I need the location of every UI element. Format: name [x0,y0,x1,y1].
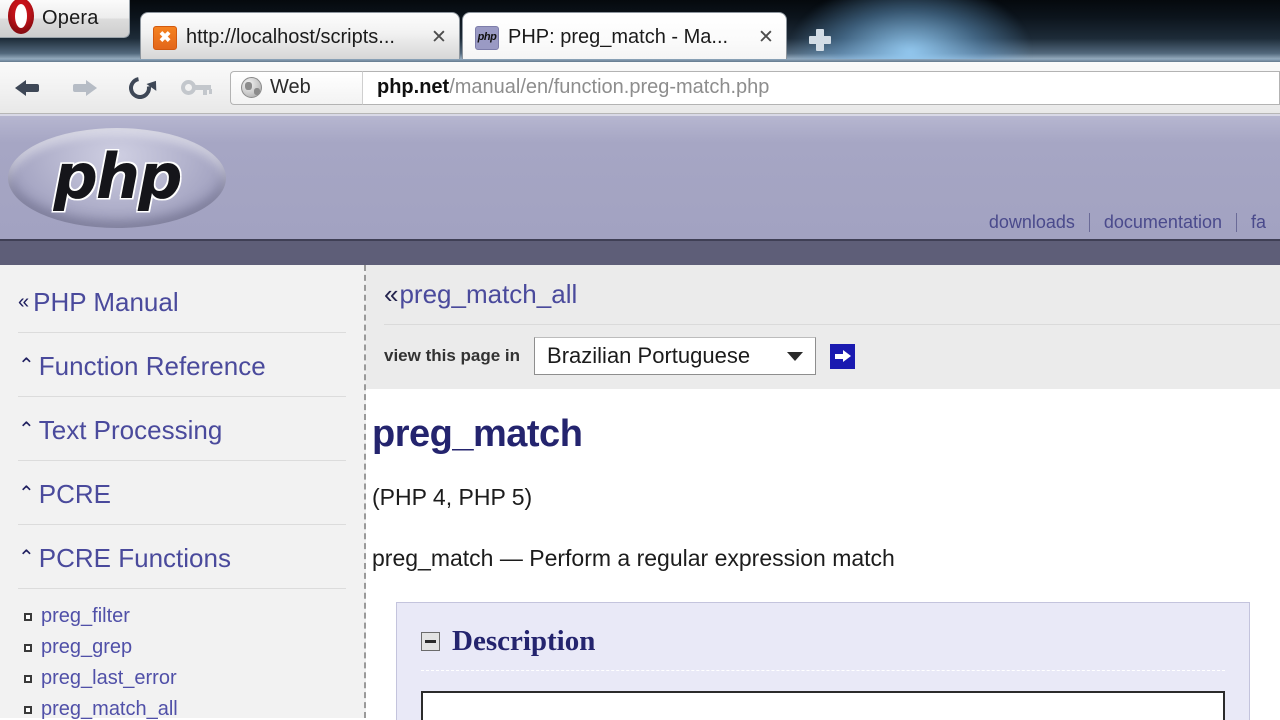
browser-tab-2-title: PHP: preg_match - Ma... [508,26,729,48]
sidebar-item-pcre-functions[interactable]: ⌃ PCRE Functions [18,537,346,589]
browser-window: Opera ✖ http://localhost/scripts... ✕ ph… [0,0,1280,720]
bullet-icon [24,705,32,714]
bullet-icon [24,612,32,621]
chevron-left-icon: « [384,279,399,309]
navigation-toolbar: Web php.net/manual/en/function.preg-matc… [0,62,1280,114]
browser-tab-1-title: http://localhost/scripts... [186,26,395,48]
php-versions: (PHP 4, PHP 5) [372,484,533,510]
opera-logo-icon [6,0,36,34]
title-bar: Opera ✖ http://localhost/scripts... ✕ ph… [0,0,1280,62]
chevron-down-icon [787,351,804,361]
chevron-up-icon: ⌃ [18,419,35,441]
function-purpose: preg_match — Perform a regular expressio… [372,545,895,571]
list-item-label: preg_filter [41,605,130,627]
xampp-icon: ✖ [153,25,177,50]
search-engine-selector[interactable]: Web [230,70,362,105]
list-item[interactable]: preg_last_error [18,663,346,694]
nav-link-downloads[interactable]: downloads [975,212,1089,233]
reload-button[interactable] [112,62,168,114]
php-icon: php [475,25,499,50]
back-button[interactable] [0,62,56,114]
breadcrumb: « preg_match_all [384,279,1280,325]
list-item[interactable]: preg_grep [18,632,346,663]
site-nav: downloads documentation fa [975,212,1280,233]
list-item-label: preg_grep [41,636,133,658]
php-site-header: php downloads documentation fa [0,114,1280,239]
new-tab-button[interactable] [800,22,840,58]
chevron-up-icon: ⌃ [18,547,35,569]
chevron-up-icon: ⌃ [18,483,35,505]
sidebar-item-label: Function Reference [38,351,266,381]
language-label: view this page in [384,346,521,365]
list-item[interactable]: preg_filter [18,601,346,632]
back-arrow-icon [15,77,41,99]
page-title: preg_match [372,413,583,455]
reload-icon [124,72,156,103]
code-block [421,691,1225,720]
sidebar-item-label: PCRE [38,479,112,509]
url-path: /manual/en/function.preg-match.php [449,76,770,98]
description-header: Description [421,625,1225,671]
main-content: « preg_match_all view this page in Brazi… [366,265,1280,720]
sidebar-item-pcre[interactable]: ⌃ PCRE [18,473,346,525]
sidebar-item-label: PCRE Functions [38,543,231,573]
page-viewport: php downloads documentation fa « PHP Man… [0,114,1280,720]
php-icon-glyph: php [477,31,497,43]
sidebar-item-php-manual[interactable]: « PHP Manual [18,281,346,333]
list-item-label: preg_match_all [41,698,178,720]
bullet-icon [24,643,32,652]
breadcrumb-bar: « preg_match_all view this page in Brazi… [366,265,1280,389]
breadcrumb-link[interactable]: preg_match_all [399,279,577,310]
article: preg_match (PHP 4, PHP 5) preg_match — P… [366,389,1280,572]
collapse-icon[interactable] [421,632,440,651]
list-item[interactable]: preg_match_all [18,694,346,720]
nav-link-documentation[interactable]: documentation [1090,212,1236,233]
url-host: php.net [377,76,450,98]
language-select[interactable]: Brazilian Portuguese [534,337,817,375]
nav-link-faq[interactable]: fa [1237,212,1280,233]
search-engine-label: Web [270,76,311,98]
sidebar-function-list: preg_filter preg_grep preg_last_error pr… [18,601,346,720]
browser-tab-1[interactable]: ✖ http://localhost/scripts... ✕ [140,12,460,62]
globe-icon [241,77,262,98]
browser-tab-2[interactable]: php PHP: preg_match - Ma... ✕ [462,12,787,62]
chevron-up-icon: ⌃ [18,355,35,377]
description-panel: Description [396,602,1250,720]
forward-arrow-icon [71,77,97,99]
sidebar: « PHP Manual ⌃ Function Reference ⌃ Text… [0,265,366,720]
sidebar-item-label: Text Processing [38,415,223,445]
wand-button[interactable] [168,62,224,114]
language-switcher: view this page in Brazilian Portuguese [384,325,1280,389]
php-logo[interactable]: php [8,128,226,228]
sidebar-item-label: PHP Manual [33,287,179,317]
php-site-subbar [0,239,1280,265]
opera-menu-button[interactable]: Opera [0,0,130,38]
close-icon[interactable]: ✕ [429,28,449,48]
list-item-label: preg_last_error [41,667,177,689]
php-logo-text: php [53,139,183,213]
go-button[interactable] [830,343,856,369]
plus-icon [809,29,831,51]
sidebar-item-text-processing[interactable]: ⌃ Text Processing [18,409,346,461]
forward-button[interactable] [56,62,112,114]
close-icon[interactable]: ✕ [756,28,776,48]
chevron-up-icon: « [18,291,30,313]
sidebar-item-function-reference[interactable]: ⌃ Function Reference [18,345,346,397]
address-bar[interactable]: php.net/manual/en/function.preg-match.ph… [362,70,1280,105]
description-title: Description [452,625,596,657]
key-icon [181,79,212,96]
bullet-icon [24,674,32,683]
language-select-value: Brazilian Portuguese [547,343,751,368]
xampp-icon-glyph: ✖ [158,29,172,46]
opera-menu-label: Opera [42,7,99,29]
page-body: « PHP Manual ⌃ Function Reference ⌃ Text… [0,265,1280,720]
go-arrow-icon [834,350,851,362]
